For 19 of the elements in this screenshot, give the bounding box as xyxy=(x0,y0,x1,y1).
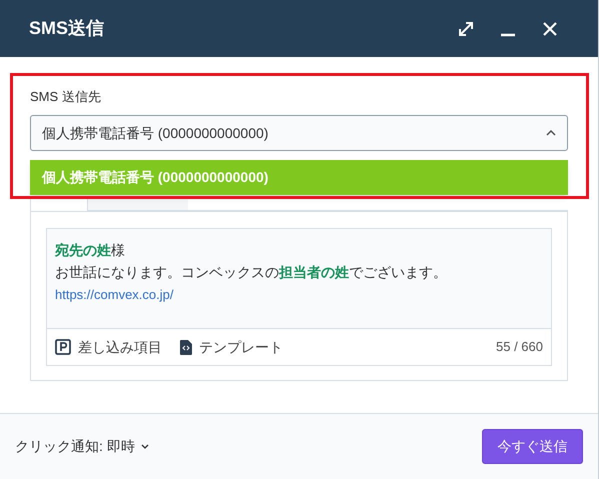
message-editor[interactable]: 宛先の姓様 お世話になります。コンベックスの担当者の姓でございます。 https://comvex.co.jp/ 差し込み項目 テンプレート 55 / 660 xyxy=(46,228,552,366)
expand-icon[interactable] xyxy=(457,20,475,38)
close-icon[interactable] xyxy=(541,20,559,38)
toolbar-button[interactable]: 差し込み項目 xyxy=(55,336,162,358)
chevron-down-icon xyxy=(140,444,149,449)
tab[interactable] xyxy=(88,198,188,211)
toolbar-button[interactable]: テンプレート xyxy=(180,336,283,358)
message-line: 宛先の姓様 xyxy=(55,241,126,260)
send-now-button[interactable]: 今すぐ送信 xyxy=(482,429,583,464)
window-title: SMS送信 xyxy=(29,17,106,40)
recipient-select[interactable]: 個人携帯電話番号 (0000000000000) xyxy=(30,115,568,151)
code-file-icon xyxy=(180,340,192,354)
parking-sign-icon xyxy=(55,339,71,355)
character-counter: 55 / 660 xyxy=(496,338,543,356)
tab[interactable] xyxy=(30,198,88,211)
field-label: SMS 送信先 xyxy=(30,88,102,106)
notify-dropdown[interactable]: クリック通知: 即時 xyxy=(15,436,149,457)
message-line: お世話になります。コンベックスの担当者の姓でございます。 xyxy=(55,263,448,282)
link[interactable]: https://comvex.co.jp/ xyxy=(55,283,543,307)
